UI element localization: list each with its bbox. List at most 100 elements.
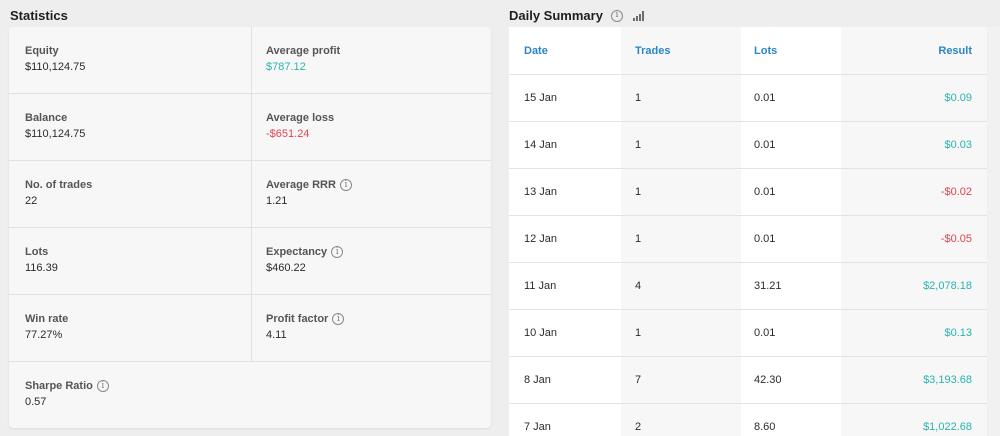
stat-balance: Balance $110,124.75: [9, 94, 251, 161]
stat-label-text: Balance: [25, 112, 68, 124]
cell-trades: 1: [635, 233, 642, 245]
stat-average-profit: Average profit $787.12: [251, 27, 491, 94]
stat-no-of-trades: No. of trades 22: [9, 161, 251, 228]
cell-result: $0.09: [944, 92, 972, 104]
stat-value: $787.12: [266, 61, 306, 73]
table-body: 15 Jan 1 0.01 $0.09 14 Jan 1 0.01 $0.03 13 Jan 1 0…: [509, 75, 987, 436]
stat-expectancy: Expectancy i $460.22: [251, 228, 491, 295]
stat-label: Sharpe Ratio i: [25, 380, 251, 392]
table-row[interactable]: 7 Jan 2 8.60 $1,022.68: [509, 404, 987, 436]
stat-sharpe-ratio: Sharpe Ratio i 0.57: [9, 362, 251, 428]
cell-result: $0.03: [944, 139, 972, 151]
cell-trades: 1: [635, 327, 642, 339]
info-icon[interactable]: i: [610, 9, 623, 22]
stat-value: $110,124.75: [25, 61, 86, 73]
scrollbar[interactable]: [987, 27, 1000, 436]
cell-lots: 0.01: [754, 186, 776, 198]
cell-trades: 2: [635, 421, 642, 433]
daily-summary-title: Daily Summary i: [509, 8, 644, 23]
column-header-date[interactable]: Date: [524, 45, 548, 57]
cell-result: $0.13: [944, 327, 972, 339]
cell-date: 8 Jan: [524, 374, 551, 386]
table-row[interactable]: 8 Jan 7 42.30 $3,193.68: [509, 357, 987, 404]
cell-result: $3,193.68: [923, 374, 972, 386]
stat-label-text: Average loss: [266, 112, 335, 124]
cell-date: 11 Jan: [524, 280, 557, 292]
stat-lots: Lots 116.39: [9, 228, 251, 295]
stat-label: No. of trades: [25, 179, 251, 191]
stat-value: 22: [25, 195, 38, 207]
statistics-title-text: Statistics: [10, 8, 68, 23]
stat-label-text: Average RRR: [266, 179, 336, 191]
bar-chart-icon[interactable]: [632, 10, 644, 21]
stat-profit-factor: Profit factor i 4.11: [251, 295, 491, 362]
cell-date: 10 Jan: [524, 327, 558, 339]
cell-trades: 4: [635, 280, 642, 292]
stat-value: 4.11: [266, 329, 287, 341]
stat-label-text: Equity: [25, 45, 59, 57]
column-header-result[interactable]: Result: [938, 45, 972, 57]
stat-average-rrr: Average RRR i 1.21: [251, 161, 491, 228]
table-row[interactable]: 13 Jan 1 0.01 -$0.02: [509, 169, 987, 216]
stat-label: Expectancy i: [266, 246, 491, 258]
stat-value: 77.27%: [25, 329, 63, 341]
cell-result: -$0.05: [940, 233, 972, 245]
stat-value: $110,124.75: [25, 128, 86, 140]
stat-label: Equity: [25, 45, 251, 57]
cell-lots: 0.01: [754, 92, 776, 104]
cell-date: 15 Jan: [524, 92, 558, 104]
cell-trades: 7: [635, 374, 642, 386]
table-row[interactable]: 14 Jan 1 0.01 $0.03: [509, 122, 987, 169]
cell-lots: 0.01: [754, 233, 776, 245]
column-header-trades[interactable]: Trades: [635, 45, 670, 57]
stat-label: Average loss: [266, 112, 491, 124]
statistics-card: Equity $110,124.75 Average profit $787.12 Ba…: [9, 27, 491, 428]
stat-empty-cell: [251, 362, 491, 428]
stat-label: Average RRR i: [266, 179, 491, 191]
statistics-title: Statistics: [10, 8, 68, 23]
cell-date: 7 Jan: [524, 421, 551, 433]
info-icon[interactable]: i: [331, 246, 344, 258]
stat-label: Lots: [25, 246, 251, 258]
cell-date: 12 Jan: [524, 233, 558, 245]
stat-label-text: Expectancy: [266, 246, 328, 258]
table-row[interactable]: 12 Jan 1 0.01 -$0.05: [509, 216, 987, 263]
stat-value: 1.21: [266, 195, 288, 207]
cell-date: 14 Jan: [524, 139, 558, 151]
info-icon[interactable]: i: [332, 313, 345, 325]
cell-date: 13 Jan: [524, 186, 558, 198]
stat-label-text: Sharpe Ratio: [25, 380, 93, 392]
stat-value: -$651.24: [266, 128, 310, 140]
stat-value: 116.39: [25, 262, 58, 274]
stat-label-text: Lots: [25, 246, 49, 258]
stat-label-text: Average profit: [266, 45, 341, 57]
stat-label-text: Profit factor: [266, 313, 329, 325]
cell-trades: 1: [635, 139, 642, 151]
cell-lots: 0.01: [754, 327, 776, 339]
cell-lots: 0.01: [754, 139, 776, 151]
cell-trades: 1: [635, 186, 642, 198]
cell-result: $2,078.18: [923, 280, 972, 292]
cell-result: $1,022.68: [923, 421, 972, 433]
table-header-row: Date Trades Lots Result: [509, 27, 987, 75]
info-icon[interactable]: i: [339, 179, 352, 191]
cell-lots: 8.60: [754, 421, 776, 433]
cell-result: -$0.02: [940, 186, 972, 198]
stat-value: 0.57: [25, 396, 47, 408]
stat-win-rate: Win rate 77.27%: [9, 295, 251, 362]
stat-label: Win rate: [25, 313, 251, 325]
cell-lots: 42.30: [754, 374, 782, 386]
stat-average-loss: Average loss -$651.24: [251, 94, 491, 161]
daily-summary-table: Date Trades Lots Result 15 Jan 1 0.01 $0.09…: [509, 27, 987, 436]
stat-label-text: No. of trades: [25, 179, 93, 191]
statistics-grid: Equity $110,124.75 Average profit $787.12 Ba…: [9, 27, 491, 428]
info-icon[interactable]: i: [96, 380, 109, 392]
daily-summary-title-text: Daily Summary: [509, 8, 603, 23]
column-header-lots[interactable]: Lots: [754, 45, 777, 57]
table-row[interactable]: 11 Jan 4 31.21 $2,078.18: [509, 263, 987, 310]
stat-label: Profit factor i: [266, 313, 491, 325]
table-row[interactable]: 10 Jan 1 0.01 $0.13: [509, 310, 987, 357]
table-row[interactable]: 15 Jan 1 0.01 $0.09: [509, 75, 987, 122]
cell-lots: 31.21: [754, 280, 782, 292]
cell-trades: 1: [635, 92, 642, 104]
